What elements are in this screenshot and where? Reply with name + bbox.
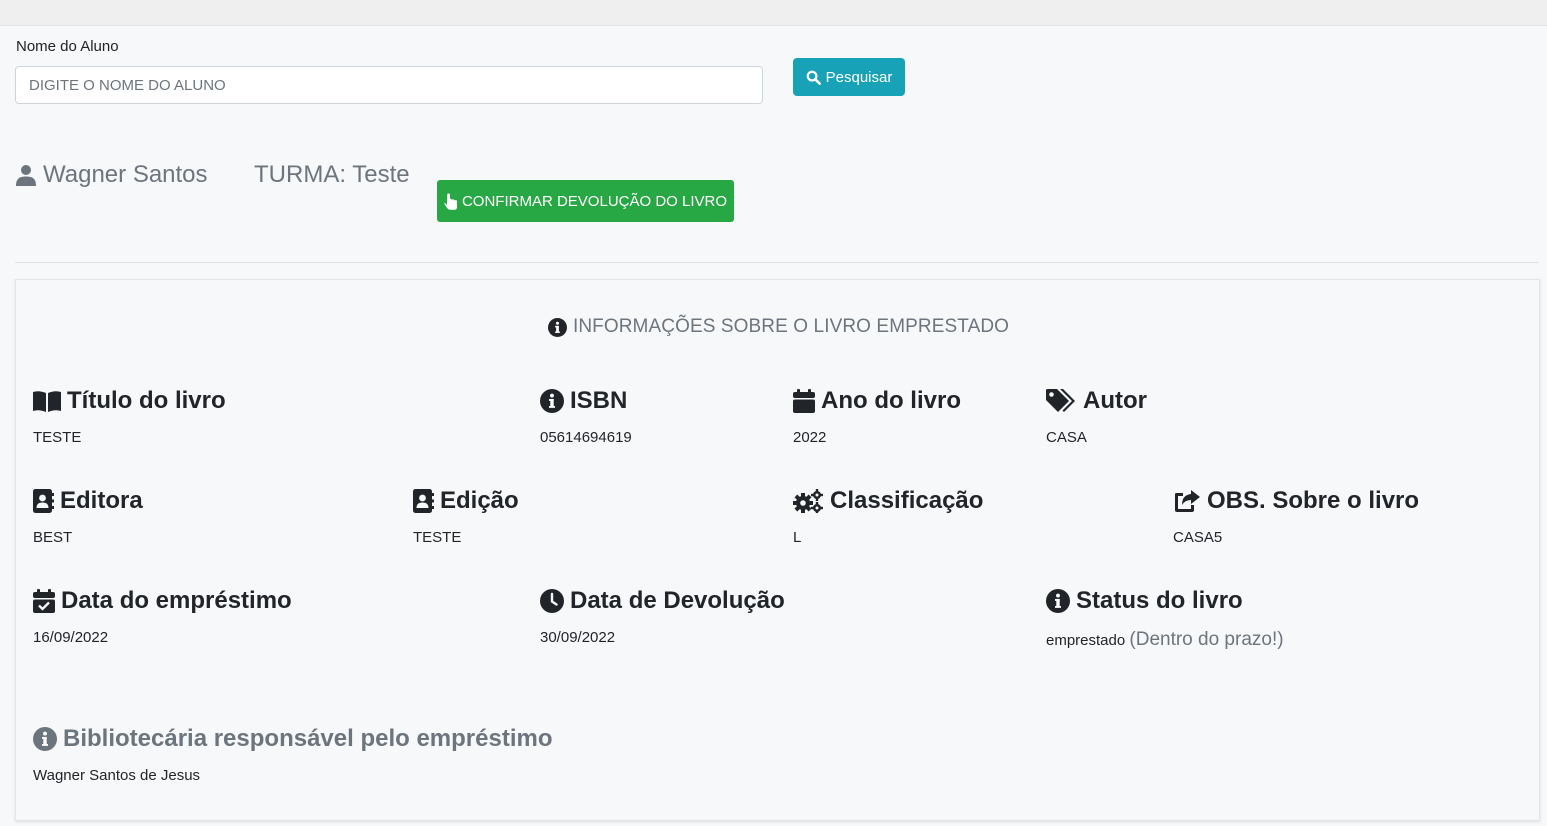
field-data-devolucao: Data de Devolução 30/09/2022 xyxy=(540,587,785,646)
share-square-icon xyxy=(1173,489,1201,513)
field-autor-value: CASA xyxy=(1046,429,1087,446)
field-editora-header: Editora xyxy=(33,487,143,515)
field-edicao-label: Edição xyxy=(440,487,519,514)
page-container: Nome do Aluno Pesquisar Wagner Santos TU… xyxy=(0,25,1547,826)
field-ano-value: 2022 xyxy=(793,429,827,446)
hand-pointer-icon xyxy=(444,193,458,210)
student-info: Wagner Santos xyxy=(15,161,208,189)
user-icon xyxy=(15,164,37,186)
field-classificacao-value: L xyxy=(793,529,802,546)
section-divider xyxy=(15,262,1539,263)
field-editora: Editora BEST xyxy=(33,487,143,546)
field-status-header: Status do livro xyxy=(1046,587,1284,615)
tags-icon xyxy=(1046,389,1077,413)
field-data-devolucao-value: 30/09/2022 xyxy=(540,629,616,646)
field-status-label: Status do livro xyxy=(1076,587,1243,614)
cogs-icon xyxy=(793,489,824,513)
field-editora-label: Editora xyxy=(60,487,143,514)
loan-info-card: INFORMAÇÕES SOBRE O LIVRO EMPRESTADO Tít… xyxy=(15,279,1540,821)
field-ano-label: Ano do livro xyxy=(821,387,961,414)
field-autor-label: Autor xyxy=(1083,387,1147,414)
info-circle-icon xyxy=(540,389,564,413)
search-icon xyxy=(806,70,821,85)
search-button[interactable]: Pesquisar xyxy=(793,58,905,96)
field-editora-value: BEST xyxy=(33,529,73,546)
field-obs-header: OBS. Sobre o livro xyxy=(1173,487,1419,515)
calendar-check-icon xyxy=(33,589,55,613)
confirm-return-button[interactable]: CONFIRMAR DEVOLUÇÃO DO LIVRO xyxy=(437,180,734,222)
field-data-emprestimo-header: Data do empréstimo xyxy=(33,587,292,615)
info-circle-icon xyxy=(1046,589,1070,613)
field-obs: OBS. Sobre o livro CASA5 xyxy=(1173,487,1419,546)
address-book-icon xyxy=(33,489,54,513)
field-titulo-header: Título do livro xyxy=(33,387,226,415)
info-circle-icon xyxy=(33,727,57,751)
field-titulo: Título do livro TESTE xyxy=(33,387,226,446)
field-data-emprestimo-value: 16/09/2022 xyxy=(33,629,109,646)
student-search-input[interactable] xyxy=(15,66,763,104)
field-obs-label: OBS. Sobre o livro xyxy=(1207,487,1420,514)
field-isbn-value: 05614694619 xyxy=(540,429,632,446)
clock-icon xyxy=(540,589,564,613)
field-classificacao-header: Classificação xyxy=(793,487,983,515)
address-book-icon xyxy=(413,489,434,513)
search-button-label: Pesquisar xyxy=(825,68,893,86)
field-status-value-row: emprestado (Dentro do prazo!) xyxy=(1046,629,1284,651)
field-ano: Ano do livro 2022 xyxy=(793,387,961,446)
deadline-status-note: (Dentro do prazo!) xyxy=(1129,629,1284,650)
student-class: TURMA: Teste xyxy=(254,161,410,188)
field-status-value: emprestado xyxy=(1046,632,1126,649)
calendar-icon xyxy=(793,389,815,413)
student-name-label: Nome do Aluno xyxy=(16,38,119,55)
book-open-icon xyxy=(33,390,61,412)
confirm-return-label: CONFIRMAR DEVOLUÇÃO DO LIVRO xyxy=(461,192,728,210)
field-classificacao-label: Classificação xyxy=(830,487,984,514)
field-status: Status do livro emprestado (Dentro do pr… xyxy=(1046,587,1284,651)
card-title-text: INFORMAÇÕES SOBRE O LIVRO EMPRESTADO xyxy=(572,316,1010,337)
field-autor-header: Autor xyxy=(1046,387,1147,415)
field-bibliotecaria: Bibliotecária responsável pelo empréstim… xyxy=(33,725,553,784)
card-title: INFORMAÇÕES SOBRE O LIVRO EMPRESTADO xyxy=(16,316,1541,338)
student-name: Wagner Santos xyxy=(43,161,208,188)
field-edicao-header: Edição xyxy=(413,487,519,515)
field-titulo-label: Título do livro xyxy=(67,387,226,414)
field-data-emprestimo: Data do empréstimo 16/09/2022 xyxy=(33,587,292,646)
field-isbn: ISBN 05614694619 xyxy=(540,387,632,446)
field-edicao-value: TESTE xyxy=(413,529,462,546)
field-isbn-label: ISBN xyxy=(570,387,628,414)
field-obs-value: CASA5 xyxy=(1173,529,1223,546)
field-autor: Autor CASA xyxy=(1046,387,1147,446)
info-circle-icon xyxy=(547,317,567,337)
field-edicao: Edição TESTE xyxy=(413,487,519,546)
field-bibliotecaria-header: Bibliotecária responsável pelo empréstim… xyxy=(33,725,553,753)
field-data-devolucao-header: Data de Devolução xyxy=(540,587,785,615)
field-classificacao: Classificação L xyxy=(793,487,983,546)
field-data-emprestimo-label: Data do empréstimo xyxy=(61,587,292,614)
field-bibliotecaria-label: Bibliotecária responsável pelo empréstim… xyxy=(63,725,553,752)
field-bibliotecaria-value: Wagner Santos de Jesus xyxy=(33,767,201,784)
field-isbn-header: ISBN xyxy=(540,387,632,415)
field-titulo-value: TESTE xyxy=(33,429,82,446)
field-ano-header: Ano do livro xyxy=(793,387,961,415)
field-data-devolucao-label: Data de Devolução xyxy=(570,587,785,614)
